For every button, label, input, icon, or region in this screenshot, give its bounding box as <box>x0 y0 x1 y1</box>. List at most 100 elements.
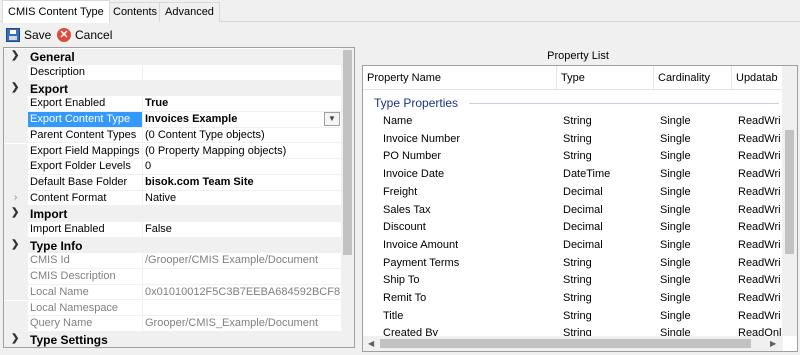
category-import[interactable]: ❯ Import <box>4 206 342 222</box>
property-name-cell: Payment Terms <box>383 256 460 269</box>
property-row-local-namespace[interactable]: Local Namespace <box>4 300 342 317</box>
tab-bar: CMIS Content Type Contents Advanced <box>0 0 800 23</box>
cancel-label: Cancel <box>75 27 113 42</box>
category-label: Import <box>30 207 68 222</box>
property-value[interactable]: (0 Property Mapping objects) <box>145 145 341 157</box>
property-row-description[interactable]: Description <box>4 65 342 81</box>
property-name: Default Base Folder <box>30 175 128 188</box>
scroll-left-icon[interactable]: ◀ <box>368 339 374 348</box>
list-item[interactable]: Name String Single ReadWri <box>363 113 783 131</box>
category-type-settings[interactable]: ❯ Type Settings <box>4 331 342 347</box>
cardinality-cell: Single <box>660 274 691 287</box>
list-item[interactable]: Payment Terms String Single ReadWri <box>363 255 783 273</box>
cardinality-cell: Single <box>660 115 691 127</box>
category-general[interactable]: ❯ General <box>4 49 342 65</box>
list-header: Property Name Type Cardinality Updatab <box>363 66 783 90</box>
tab-advanced[interactable]: Advanced <box>159 2 220 22</box>
expand-chevron-icon[interactable]: › <box>14 192 17 203</box>
column-header-property-name[interactable]: Property Name <box>363 66 557 90</box>
cardinality-cell: Single <box>660 203 691 216</box>
property-name: Export Field Mappings <box>30 144 140 157</box>
save-button[interactable]: Save <box>6 26 51 43</box>
property-value: Grooper/CMIS_Example/Document <box>145 317 319 330</box>
updatable-cell: ReadWri <box>738 292 781 304</box>
property-row-parent-content-types[interactable]: Parent Content Types (0 Content Type obj… <box>4 127 342 144</box>
tab-cmis-content-type[interactable]: CMIS Content Type <box>2 0 110 23</box>
property-row-content-format[interactable]: › Content Format Native <box>4 190 342 207</box>
type-cell: String <box>563 309 592 322</box>
list-item[interactable]: Invoice Number String Single ReadWri <box>363 131 783 149</box>
property-row-export-content-type[interactable]: Export Content Type Invoices Example ▼ <box>4 112 342 128</box>
collapse-chevron-icon[interactable]: ❯ <box>11 82 19 93</box>
type-cell: String <box>563 292 592 304</box>
scroll-right-icon[interactable]: ▶ <box>770 339 776 348</box>
property-row-cmis-description[interactable]: CMIS Description <box>4 269 342 285</box>
property-name: Content Format <box>30 191 107 204</box>
property-row-export-field-mappings[interactable]: Export Field Mappings (0 Property Mappin… <box>4 143 342 160</box>
property-name: Import Enabled <box>30 223 105 235</box>
list-horizontal-scrollbar[interactable]: ◀ ▶ <box>363 336 783 351</box>
collapse-chevron-icon[interactable]: ❯ <box>11 207 19 218</box>
cancel-icon: ✕ <box>57 27 71 42</box>
scrollbar-thumb[interactable] <box>785 130 794 254</box>
category-export[interactable]: ❯ Export <box>4 80 342 97</box>
toolbar: Save ✕ Cancel <box>0 23 800 45</box>
property-value[interactable]: True <box>145 97 341 109</box>
property-name: Local Name <box>30 285 89 298</box>
list-vertical-scrollbar[interactable] <box>782 66 797 336</box>
property-name: CMIS Description <box>30 270 116 283</box>
property-row-export-enabled[interactable]: Export Enabled True <box>4 96 342 113</box>
type-cell: Decimal <box>563 203 603 216</box>
property-name: Export Enabled <box>30 97 106 110</box>
column-header-cardinality[interactable]: Cardinality <box>654 66 732 90</box>
property-name: Local Namespace <box>30 301 119 314</box>
dropdown-chevron-icon[interactable]: ▼ <box>324 112 340 127</box>
property-row-cmis-id[interactable]: CMIS Id /Grooper/CMIS Example/Document <box>4 253 342 270</box>
updatable-cell: ReadWri <box>738 115 781 127</box>
scrollbar-thumb[interactable] <box>343 50 352 255</box>
category-label: General <box>30 50 75 64</box>
property-value[interactable]: bisok.com Team Site <box>145 176 341 188</box>
cancel-button[interactable]: ✕ Cancel <box>57 26 112 43</box>
grid-vertical-scrollbar[interactable] <box>341 48 354 347</box>
property-row-default-base-folder[interactable]: Default Base Folder bisok.com Team Site <box>4 174 342 191</box>
scrollbar-thumb[interactable] <box>380 339 751 348</box>
property-row-local-name[interactable]: Local Name 0x01010012F5C3B7EEBA684592BCF… <box>4 284 342 301</box>
list-item[interactable]: Freight Decimal Single ReadWri <box>363 184 783 202</box>
property-value[interactable]: False <box>145 223 341 235</box>
list-item[interactable]: Ship To String Single ReadWri <box>363 272 783 290</box>
category-type-info[interactable]: ❯ Type Info <box>4 237 342 254</box>
property-name-cell: Invoice Number <box>383 132 461 145</box>
type-cell: DateTime <box>563 168 611 181</box>
updatable-cell: ReadWri <box>738 256 781 269</box>
list-item[interactable]: Invoice Date DateTime Single ReadWri <box>363 166 783 184</box>
list-item[interactable]: Sales Tax Decimal Single ReadWri <box>363 202 783 220</box>
property-row-query-name[interactable]: Query Name Grooper/CMIS_Example/Document <box>4 316 342 332</box>
collapse-chevron-icon[interactable]: ❯ <box>11 50 19 61</box>
property-name-cell: Invoice Date <box>383 168 445 181</box>
collapse-chevron-icon[interactable]: ❯ <box>11 239 19 250</box>
cardinality-cell: Single <box>660 238 691 251</box>
property-list-title: Property List <box>547 50 609 62</box>
updatable-cell: ReadWri <box>738 221 781 234</box>
column-header-updatable[interactable]: Updatab <box>732 66 783 90</box>
property-value[interactable]: (0 Content Type objects) <box>145 129 341 141</box>
property-value[interactable]: Native <box>145 192 341 204</box>
property-value[interactable]: Invoices Example <box>145 113 341 125</box>
property-name-cell: Title <box>383 309 404 322</box>
property-name: Query Name <box>30 317 93 330</box>
list-item[interactable]: Title String Single ReadWri <box>363 308 783 326</box>
property-row-import-enabled[interactable]: Import Enabled False <box>4 222 342 238</box>
category-label: Type Info <box>30 238 83 253</box>
list-item[interactable]: Remit To String Single ReadWri <box>363 290 783 308</box>
list-item[interactable]: PO Number String Single ReadWri <box>363 148 783 166</box>
property-name-cell: Invoice Amount <box>383 238 459 251</box>
list-item[interactable]: Invoice Amount Decimal Single ReadWri <box>363 237 783 255</box>
list-item[interactable]: Discount Decimal Single ReadWri <box>363 219 783 237</box>
collapse-chevron-icon[interactable]: ❯ <box>11 333 19 344</box>
column-header-type[interactable]: Type <box>557 66 654 90</box>
tab-contents[interactable]: Contents <box>107 2 164 22</box>
cardinality-cell: Single <box>660 132 691 145</box>
property-value[interactable]: 0 <box>145 160 341 172</box>
property-row-export-folder-levels[interactable]: Export Folder Levels 0 <box>4 159 342 175</box>
